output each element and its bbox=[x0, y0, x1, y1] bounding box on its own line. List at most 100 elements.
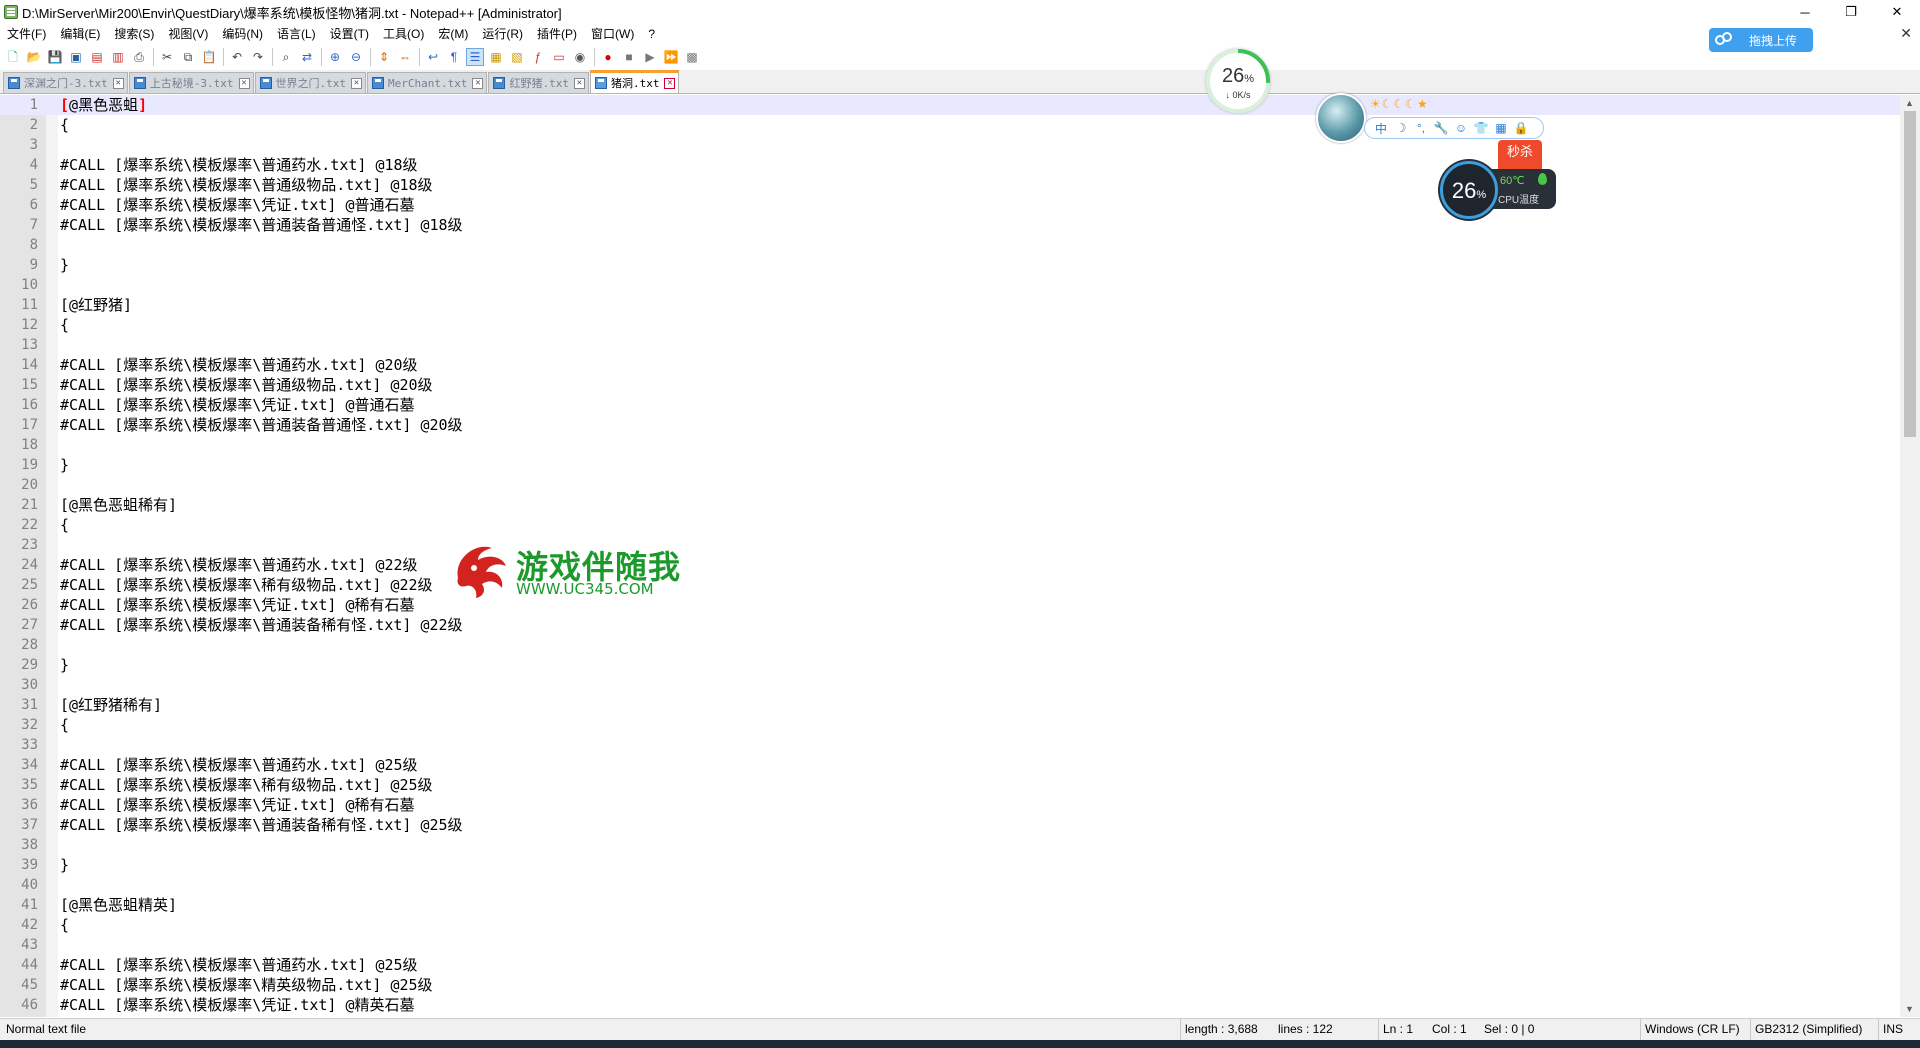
restore-button[interactable]: ❐ bbox=[1828, 0, 1874, 24]
editor-line[interactable]: 4 #CALL [爆率系统\模板爆率\普通药水.txt] @18级 bbox=[0, 155, 1900, 175]
ime-tool-icon[interactable]: 🔧 bbox=[1431, 121, 1451, 135]
close-window-button[interactable]: ✕ bbox=[1874, 0, 1920, 24]
editor-line[interactable]: 8 bbox=[0, 235, 1900, 255]
editor-line[interactable]: 39} bbox=[0, 855, 1900, 875]
record-macro-icon[interactable]: ● bbox=[599, 48, 617, 66]
redo-icon[interactable]: ↷ bbox=[249, 48, 267, 66]
editor-line[interactable]: 45 #CALL [爆率系统\模板爆率\精英级物品.txt] @25级 bbox=[0, 975, 1900, 995]
save-macro-icon[interactable]: ▩ bbox=[683, 48, 701, 66]
editor-line[interactable]: 42 { bbox=[0, 915, 1900, 935]
ime-tool-icon[interactable]: 🔒 bbox=[1511, 121, 1531, 135]
editor-line[interactable]: 7 #CALL [爆率系统\模板爆率\普通装备普通怪.txt] @18级 bbox=[0, 215, 1900, 235]
editor-line[interactable]: 18 bbox=[0, 435, 1900, 455]
editor-line[interactable]: 46 #CALL [爆率系统\模板爆率\凭证.txt] @精英石墓 bbox=[0, 995, 1900, 1015]
editor-line[interactable]: 44 #CALL [爆率系统\模板爆率\普通药水.txt] @25级 bbox=[0, 955, 1900, 975]
save-icon[interactable]: 💾 bbox=[46, 48, 64, 66]
cloud-upload-button[interactable]: 拖拽上传 bbox=[1709, 28, 1813, 52]
editor-line[interactable]: 27 #CALL [爆率系统\模板爆率\普通装备稀有怪.txt] @22级 bbox=[0, 615, 1900, 635]
editor-line[interactable]: 25 #CALL [爆率系统\模板爆率\稀有级物品.txt] @22级 bbox=[0, 575, 1900, 595]
editor-line[interactable]: 13 bbox=[0, 335, 1900, 355]
editor-line[interactable]: 26 #CALL [爆率系统\模板爆率\凭证.txt] @稀有石墓 bbox=[0, 595, 1900, 615]
editor-line[interactable]: 9} bbox=[0, 255, 1900, 275]
find-icon[interactable]: ⌕ bbox=[277, 48, 295, 66]
editor-line[interactable]: 29} bbox=[0, 655, 1900, 675]
menu-item[interactable]: 运行(R) bbox=[475, 24, 530, 44]
document-tab[interactable]: 猪洞.txt ✕ bbox=[589, 70, 680, 93]
undo-icon[interactable]: ↶ bbox=[228, 48, 246, 66]
monitoring-icon[interactable]: ◉ bbox=[571, 48, 589, 66]
editor-line[interactable]: 38 bbox=[0, 835, 1900, 855]
editor-line[interactable]: 24 #CALL [爆率系统\模板爆率\普通药水.txt] @22级 bbox=[0, 555, 1900, 575]
tab-close-icon[interactable]: ✕ bbox=[573, 77, 585, 89]
editor-line[interactable]: 14 #CALL [爆率系统\模板爆率\普通药水.txt] @20级 bbox=[0, 355, 1900, 375]
editor-line[interactable]: 17 #CALL [爆率系统\模板爆率\普通装备普通怪.txt] @20级 bbox=[0, 415, 1900, 435]
close-all-icon[interactable]: ▥ bbox=[109, 48, 127, 66]
menu-item[interactable]: 设置(T) bbox=[323, 24, 376, 44]
document-tab[interactable]: MerChant.txt ✕ bbox=[367, 72, 488, 93]
scroll-up-arrow-icon[interactable]: ▲ bbox=[1905, 98, 1914, 108]
tab-close-icon[interactable]: ✕ bbox=[238, 77, 250, 89]
text-editor[interactable]: 1 [@黑色恶蛆] 2{ 3 4 #CALL [爆率系统\模板爆率\普通药水.txt] @… bbox=[0, 95, 1900, 1017]
paste-icon[interactable]: 📋 bbox=[200, 48, 218, 66]
editor-line[interactable]: 12 { bbox=[0, 315, 1900, 335]
document-tab[interactable]: 深渊之门-3.txt ✕ bbox=[3, 72, 128, 93]
replace-icon[interactable]: ⇄ bbox=[298, 48, 316, 66]
minimize-button[interactable]: ─ bbox=[1782, 0, 1828, 24]
menu-item[interactable]: 视图(V) bbox=[161, 24, 215, 44]
close-document-icon[interactable]: ✕ bbox=[1900, 25, 1912, 42]
editor-line[interactable]: 32 { bbox=[0, 715, 1900, 735]
show-all-chars-icon[interactable]: ¶ bbox=[445, 48, 463, 66]
editor-line[interactable]: 34 #CALL [爆率系统\模板爆率\普通药水.txt] @25级 bbox=[0, 755, 1900, 775]
editor-line[interactable]: 43 bbox=[0, 935, 1900, 955]
tab-close-icon[interactable]: ✕ bbox=[472, 77, 484, 89]
scroll-down-arrow-icon[interactable]: ▼ bbox=[1905, 1004, 1914, 1014]
open-file-icon[interactable]: 📂 bbox=[25, 48, 43, 66]
editor-line[interactable]: 40 bbox=[0, 875, 1900, 895]
vertical-scrollbar[interactable]: ▲ ▼ bbox=[1900, 95, 1920, 1017]
word-wrap-icon[interactable]: ↩ bbox=[424, 48, 442, 66]
folder-workspace-icon[interactable]: ▭ bbox=[550, 48, 568, 66]
editor-line[interactable]: 19} bbox=[0, 455, 1900, 475]
sync-horizontal-icon[interactable]: ⇔ bbox=[396, 48, 414, 66]
editor-line[interactable]: 36 #CALL [爆率系统\模板爆率\凭证.txt] @稀有石墓 bbox=[0, 795, 1900, 815]
zoom-in-icon[interactable]: ⊕ bbox=[326, 48, 344, 66]
ime-tool-icon[interactable]: 中 bbox=[1371, 120, 1391, 137]
menu-item[interactable]: 编辑(E) bbox=[53, 24, 107, 44]
sync-vertical-icon[interactable]: ⇕ bbox=[375, 48, 393, 66]
ime-tool-icon[interactable]: °, bbox=[1411, 121, 1431, 135]
editor-line[interactable]: 28 bbox=[0, 635, 1900, 655]
ime-tool-icon[interactable]: ☽ bbox=[1391, 121, 1411, 135]
cpu-temp-widget[interactable]: 60℃ CPU温度 26% bbox=[1440, 161, 1558, 219]
menu-item[interactable]: 文件(F) bbox=[0, 24, 53, 44]
editor-line[interactable]: 22 { bbox=[0, 515, 1900, 535]
menu-item[interactable]: 语言(L) bbox=[270, 24, 323, 44]
stop-macro-icon[interactable]: ■ bbox=[620, 48, 638, 66]
function-list-icon[interactable]: ƒ bbox=[529, 48, 547, 66]
editor-line[interactable]: 11 [@红野猪] bbox=[0, 295, 1900, 315]
copy-icon[interactable]: ⧉ bbox=[179, 48, 197, 66]
document-tab[interactable]: 世界之门.txt ✕ bbox=[254, 72, 366, 93]
editor-line[interactable]: 1 [@黑色恶蛆] bbox=[0, 95, 1900, 115]
menu-item[interactable]: 编码(N) bbox=[215, 24, 270, 44]
doc-map-icon[interactable]: ▧ bbox=[508, 48, 526, 66]
editor-line[interactable]: 35 #CALL [爆率系统\模板爆率\稀有级物品.txt] @25级 bbox=[0, 775, 1900, 795]
cut-icon[interactable]: ✂ bbox=[158, 48, 176, 66]
save-all-icon[interactable]: ▣ bbox=[67, 48, 85, 66]
editor-line[interactable]: 2{ bbox=[0, 115, 1900, 135]
menu-item[interactable]: 窗口(W) bbox=[584, 24, 641, 44]
close-icon[interactable]: ▤ bbox=[88, 48, 106, 66]
editor-line[interactable]: 30 bbox=[0, 675, 1900, 695]
indent-guide-icon[interactable]: ☰ bbox=[466, 48, 484, 66]
document-tab[interactable]: 红野猪.txt ✕ bbox=[488, 72, 589, 93]
network-speed-widget[interactable]: 26% ↓ 0K/s bbox=[1206, 49, 1270, 113]
editor-line[interactable]: 15 #CALL [爆率系统\模板爆率\普通级物品.txt] @20级 bbox=[0, 375, 1900, 395]
editor-line[interactable]: 6 #CALL [爆率系统\模板爆率\凭证.txt] @普通石墓 bbox=[0, 195, 1900, 215]
zoom-out-icon[interactable]: ⊖ bbox=[347, 48, 365, 66]
tab-close-icon[interactable]: ✕ bbox=[351, 77, 362, 89]
editor-line[interactable]: 37 #CALL [爆率系统\模板爆率\普通装备稀有怪.txt] @25级 bbox=[0, 815, 1900, 835]
editor-line[interactable]: 23 bbox=[0, 535, 1900, 555]
tab-close-icon[interactable]: ✕ bbox=[664, 77, 676, 89]
editor-line[interactable]: 21 [@黑色恶蛆稀有] bbox=[0, 495, 1900, 515]
scrollbar-thumb[interactable] bbox=[1904, 111, 1916, 437]
menu-item[interactable]: 宏(M) bbox=[431, 24, 475, 44]
